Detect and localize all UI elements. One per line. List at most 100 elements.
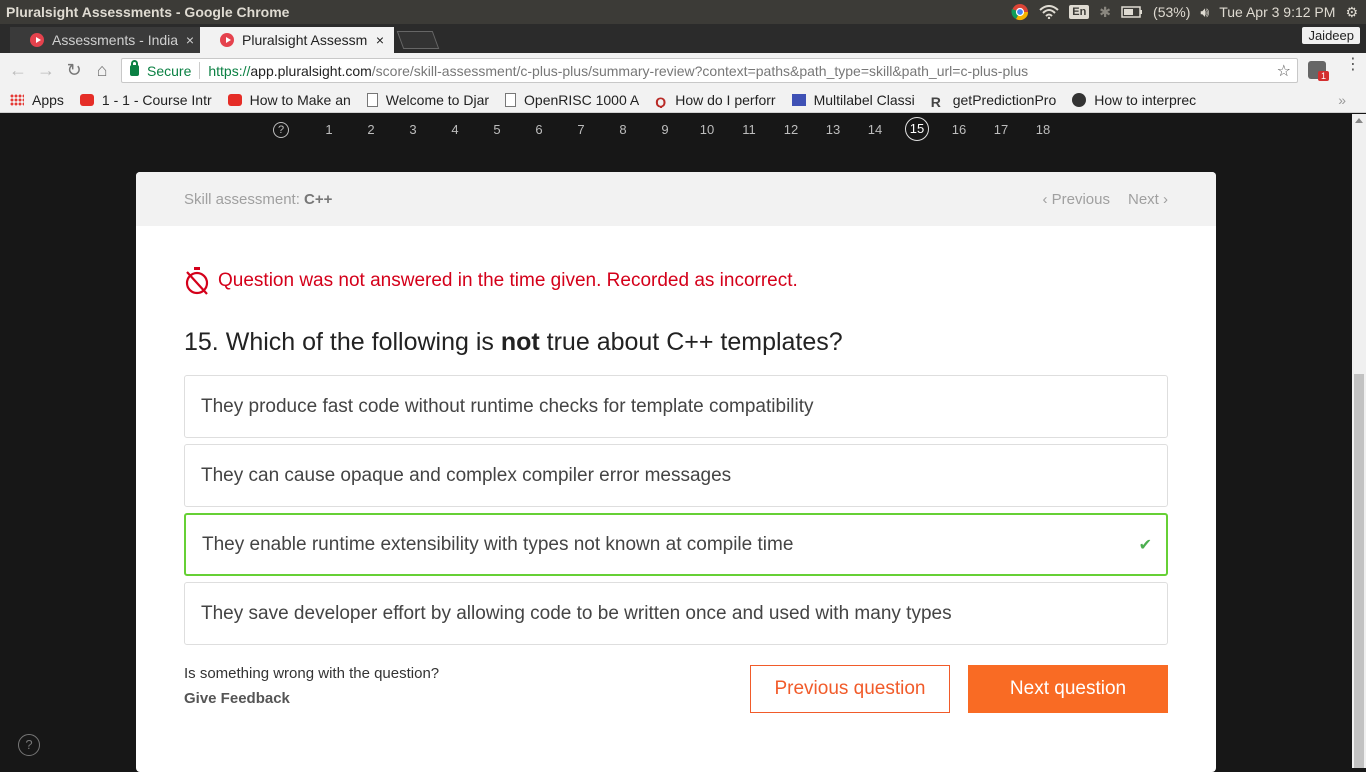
bookmark-label: getPredictionPro [952,92,1057,108]
youtube-icon [79,94,94,106]
question-nav-item[interactable]: 8 [602,122,644,137]
forward-icon[interactable]: → [32,57,60,85]
header-next-link[interactable]: Next › [1128,191,1168,208]
question-nav-item[interactable]: 16 [938,122,980,137]
question-nav-item[interactable]: 5 [476,122,518,137]
lock-icon [130,60,139,76]
question-nav-help[interactable]: ? [270,120,292,138]
answer-list: They produce fast code without runtime c… [184,375,1168,645]
bookmark-item[interactable]: RgetPredictionPro [931,92,1057,108]
tab-strip: Assessments - India × Pluralsight Assess… [0,24,1366,53]
keyboard-layout-indicator[interactable]: En [1069,5,1090,19]
tab-pluralsight-assessments[interactable]: Pluralsight Assessm × [200,27,394,53]
bookmark-item[interactable]: OpenRISC 1000 A [505,92,639,108]
pluralsight-favicon-icon [30,33,44,47]
bookmark-item[interactable]: How to interprec [1072,92,1196,108]
tab-close-icon[interactable]: × [376,32,384,48]
os-top-bar: Pluralsight Assessments - Google Chrome … [0,0,1366,24]
tab-label: Pluralsight Assessm [242,32,368,48]
page-scrollbar[interactable] [1352,114,1366,768]
question-nav-item[interactable]: 2 [350,122,392,137]
volume-icon[interactable]: 🔊︎ [1200,4,1209,21]
bookmarks-bar: Apps 1 - 1 - Course Intr How to Make an … [0,88,1366,113]
bookmark-item[interactable]: Welcome to Djar [366,92,490,108]
clock[interactable]: Tue Apr 3 9:12 PM [1219,4,1335,20]
card-header: Skill assessment: C++ ‹ Previous Next › [136,172,1216,226]
answer-option[interactable]: They can cause opaque and complex compil… [184,444,1168,507]
bookmark-item[interactable]: How to Make an [227,92,351,108]
question-nav-item-current[interactable]: 15 [896,117,938,141]
question-nav-item[interactable]: 7 [560,122,602,137]
back-icon[interactable]: ← [4,57,32,85]
bookmark-apps[interactable]: Apps [10,92,64,108]
bookmark-star-icon[interactable]: ☆ [1277,61,1291,81]
chrome-tray-icon[interactable] [1011,3,1029,21]
previous-question-button[interactable]: Previous question [750,665,950,713]
secure-indicator[interactable]: Secure [122,60,201,79]
warning-text: Question was not answered in the time gi… [218,270,798,291]
header-pagination: ‹ Previous Next › [1042,191,1168,208]
profile-button[interactable]: Jaideep [1302,27,1360,44]
bookmark-label: OpenRISC 1000 A [524,92,640,108]
question-nav-item[interactable]: 6 [518,122,560,137]
bookmarks-overflow-icon[interactable]: » [1338,92,1346,108]
settings-gear-icon[interactable]: ⚙ [1345,4,1358,21]
battery-percent: (53%) [1153,4,1191,20]
question-nav-item[interactable]: 1 [308,122,350,137]
quora-icon: Q [655,94,667,108]
url-scheme: https:// [208,62,251,79]
answer-option-correct[interactable]: They enable runtime extensibility with t… [184,513,1168,576]
question-nav-item[interactable]: 13 [812,122,854,137]
bookmark-item[interactable]: Q How do I perforr [655,92,775,108]
page-content: ? 1 2 3 4 5 6 7 8 9 10 11 12 13 14 15 16… [0,114,1352,772]
skill-title: Skill assessment: C++ [184,190,333,208]
help-icon[interactable]: ? [18,734,40,756]
skill-name: C++ [304,190,333,208]
url-path: /score/skill-assessment/c-plus-plus/summ… [371,62,1029,79]
reload-icon[interactable]: ↻ [60,57,88,85]
bookmark-label: How to Make an [249,92,351,108]
question-text: 15. Which of the following is not true a… [184,328,843,356]
stopwatch-off-icon [185,267,209,295]
question-nav-item[interactable]: 4 [434,122,476,137]
question-nav-item[interactable]: 3 [392,122,434,137]
new-tab-button[interactable] [396,31,440,49]
answer-option[interactable]: They produce fast code without runtime c… [184,375,1168,438]
bookmark-item[interactable]: Multilabel Classi [791,92,915,108]
question-nav-item[interactable]: 18 [1022,122,1064,137]
bookmark-label: Welcome to Djar [385,92,490,108]
address-bar[interactable]: Secure https://app.pluralsight.com/score… [121,58,1298,83]
bookmark-item[interactable]: 1 - 1 - Course Intr [79,92,212,108]
header-previous-link[interactable]: ‹ Previous [1042,191,1110,208]
wifi-icon[interactable] [1039,5,1059,19]
chevron-left-icon: ‹ [1042,190,1048,208]
question-nav-item[interactable]: 14 [854,122,896,137]
battery-icon[interactable] [1121,6,1143,18]
bluetooth-icon[interactable]: ✱ [1099,4,1111,21]
question-nav-item[interactable]: 9 [644,122,686,137]
next-question-button[interactable]: Next question [968,665,1168,713]
question-navigator: ? 1 2 3 4 5 6 7 8 9 10 11 12 13 14 15 16… [270,117,1064,141]
question-nav-item[interactable]: 12 [770,122,812,137]
answer-option[interactable]: They save developer effort by allowing c… [184,582,1168,645]
scrollbar-thumb[interactable] [1354,374,1364,768]
question-nav-item[interactable]: 17 [980,122,1022,137]
card-footer: Is something wrong with the question? Gi… [184,665,1168,725]
bookmark-label: 1 - 1 - Course Intr [101,92,212,108]
page-icon [505,93,517,107]
r-icon: R [930,94,941,108]
tab-label: Assessments - India [52,32,179,48]
home-icon[interactable]: ⌂ [88,57,116,85]
timeout-warning: Question was not answered in the time gi… [184,266,1168,296]
tab-close-icon[interactable]: × [186,32,194,48]
chrome-menu-icon[interactable]: ⋮ [1345,57,1361,73]
tab-assessments-india[interactable]: Assessments - India × [10,27,204,53]
scroll-up-arrow-icon[interactable] [1355,118,1363,123]
page-icon [366,93,378,107]
question-nav-item[interactable]: 11 [728,122,770,137]
system-tray: En ✱ (53%) 🔊︎ Tue Apr 3 9:12 PM ⚙ [1011,3,1366,21]
github-icon [1072,93,1087,107]
question-nav-item[interactable]: 10 [686,122,728,137]
bookmark-label: How do I perforr [675,92,776,108]
question-card: Skill assessment: C++ ‹ Previous Next › … [136,172,1216,772]
